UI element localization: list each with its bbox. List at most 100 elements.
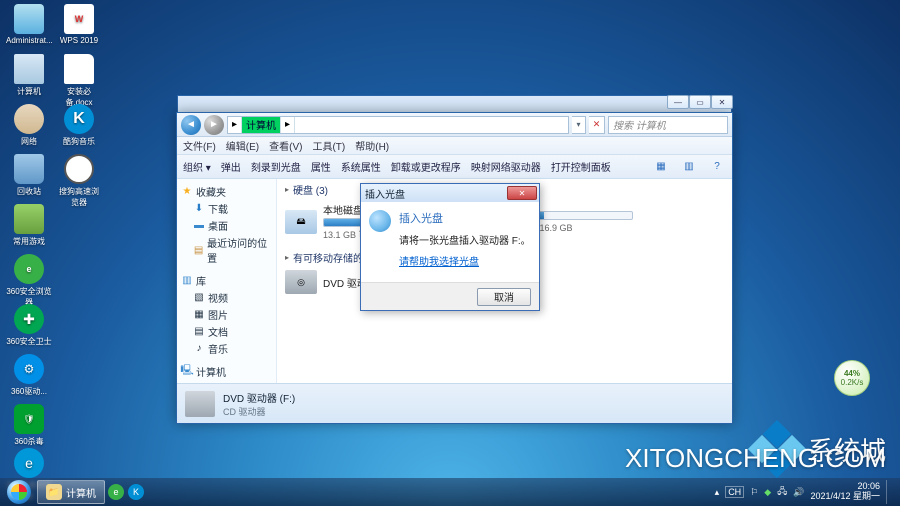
network-icon — [14, 104, 44, 134]
view-icons-button[interactable]: ▦ — [652, 159, 670, 175]
sidebar-libraries[interactable]: ▥库 — [179, 272, 274, 289]
dialog-footer: 取消 — [361, 282, 539, 310]
icon-label: 计算机 — [17, 87, 41, 96]
label: 硬盘 (3) — [293, 182, 328, 197]
tray-clock[interactable]: 20:06 2021/4/12 星期一 — [810, 482, 880, 502]
dialog-close-button[interactable]: ✕ — [507, 186, 537, 200]
desktop-icon-computer[interactable]: 计算机 — [6, 54, 52, 97]
cmd-control-panel[interactable]: 打开控制面板 — [551, 159, 611, 174]
label: 视频 — [208, 290, 228, 305]
desktop-icon-recycle[interactable]: 回收站 — [6, 154, 52, 197]
desktop-icon-360sd[interactable]: 🛡360杀毒 — [6, 404, 52, 447]
cmd-burn[interactable]: 刻录到光盘 — [251, 159, 301, 174]
maximize-button[interactable]: ▭ — [689, 95, 711, 109]
tray-flag-icon[interactable]: ⚐ — [750, 487, 758, 498]
tray-shield-icon[interactable]: ◆ — [764, 487, 771, 498]
menu-help[interactable]: 帮助(H) — [355, 138, 389, 153]
sidebar-computer[interactable]: 🖳计算机 — [179, 363, 274, 380]
menu-view[interactable]: 查看(V) — [269, 138, 302, 153]
battery-widget[interactable]: 44% 0.2K/s — [834, 360, 870, 396]
cmd-uninstall[interactable]: 卸载或更改程序 — [391, 159, 461, 174]
tray-volume-icon[interactable]: 🔊 — [793, 487, 804, 498]
sidebar-desktop[interactable]: ▬桌面 — [179, 217, 274, 234]
preview-pane-button[interactable]: ▥ — [680, 159, 698, 175]
dvd-icon — [185, 391, 215, 417]
desktop-icon-kugou[interactable]: K酷狗音乐 — [56, 104, 102, 147]
music-icon: ♪ — [193, 343, 205, 355]
cmd-properties[interactable]: 属性 — [311, 159, 331, 174]
desktop-icon-wps[interactable]: W WPS 2019 — [56, 4, 102, 45]
label: 文档 — [208, 324, 228, 339]
cmd-organize[interactable]: 组织 ▾ — [183, 159, 211, 174]
cmd-eject[interactable]: 弹出 — [221, 159, 241, 174]
dialog-heading: 插入光盘 — [399, 210, 531, 226]
sidebar-recent[interactable]: ▤最近访问的位置 — [179, 234, 274, 266]
cmd-map-drive[interactable]: 映射网络驱动器 — [471, 159, 541, 174]
addr-seg[interactable]: ▸ — [281, 117, 295, 133]
dvd-icon: ◎ — [285, 270, 317, 294]
close-button[interactable]: ✕ — [711, 95, 733, 109]
desktop-icon-docx[interactable]: 安装必备.docx — [56, 54, 102, 108]
desktop-icon-360browser[interactable]: e360安全浏览器 — [6, 254, 52, 308]
menu-tools[interactable]: 工具(T) — [312, 138, 345, 153]
brand-sub: XITONGCHENG.COM — [625, 443, 886, 474]
taskbar-360-icon[interactable]: e — [108, 484, 124, 500]
address-bar[interactable]: ▸ 计算机 ▸ — [227, 116, 569, 134]
desktop-icon-games[interactable]: 常用游戏 — [6, 204, 52, 247]
icon-label: 360安全卫士 — [6, 337, 51, 346]
cmd-system-properties[interactable]: 系统属性 — [341, 159, 381, 174]
sidebar-videos[interactable]: ▧视频 — [179, 289, 274, 306]
desktop-icon-admin[interactable]: Administrat... — [6, 4, 52, 45]
addr-seg[interactable]: ▸ — [228, 117, 242, 133]
icon-label: WPS 2019 — [60, 36, 98, 45]
addr-seg-current[interactable]: 计算机 — [242, 117, 281, 133]
details-sub: CD 驱动器 — [223, 405, 295, 418]
help-button[interactable]: ? — [708, 159, 726, 175]
picture-icon: ▦ — [193, 309, 205, 321]
sidebar-favorites[interactable]: ★收藏夹 — [179, 183, 274, 200]
recent-icon: ▤ — [193, 244, 204, 256]
taskbar-item-explorer[interactable]: 📁计算机 — [37, 480, 105, 504]
addr-dropdown[interactable]: ▾ — [572, 116, 586, 134]
icon-label: 360杀毒 — [14, 437, 43, 446]
show-desktop-button[interactable] — [886, 480, 892, 504]
dialog-message: 请将一张光盘插入驱动器 F:。 — [399, 232, 531, 247]
command-bar: 组织 ▾ 弹出 刻录到光盘 属性 系统属性 卸载或更改程序 映射网络驱动器 打开… — [177, 155, 732, 179]
desktop-icon-sogou[interactable]: 搜狗高速浏览器 — [56, 154, 102, 208]
download-icon: ⬇ — [193, 203, 205, 215]
star-icon: ★ — [181, 186, 193, 198]
desktop-icon-360dr[interactable]: ⚙ 360驱动... — [6, 354, 52, 397]
icon-label: 360驱动... — [11, 387, 47, 396]
computer-icon — [14, 54, 44, 84]
sidebar-documents[interactable]: ▤文档 — [179, 323, 274, 340]
back-button[interactable]: ◄ — [181, 115, 201, 135]
label: 音乐 — [208, 341, 228, 356]
forward-button[interactable]: ► — [204, 115, 224, 135]
taskbar-kugou-icon[interactable]: K — [128, 484, 144, 500]
start-button[interactable] — [2, 479, 36, 505]
tray-show-hidden[interactable]: ▴ — [715, 487, 720, 498]
windows-orb-icon — [7, 480, 31, 504]
sidebar-pictures[interactable]: ▦图片 — [179, 306, 274, 323]
sidebar-music[interactable]: ♪音乐 — [179, 340, 274, 357]
dialog-titlebar[interactable]: 插入光盘 ✕ — [361, 184, 539, 202]
details-pane: DVD 驱动器 (F:) CD 驱动器 — [177, 383, 732, 423]
docx-icon — [64, 54, 94, 84]
tray-lang[interactable]: CH — [725, 486, 744, 498]
desktop-icon-network[interactable]: 网络 — [6, 104, 52, 147]
dialog-help-link[interactable]: 请帮助我选择光盘 — [399, 257, 479, 268]
sidebar-downloads[interactable]: ⬇下载 — [179, 200, 274, 217]
tray-network-icon[interactable]: 🖧 — [777, 484, 787, 500]
wps-icon: W — [64, 4, 94, 34]
menu-edit[interactable]: 编辑(E) — [226, 138, 259, 153]
minimize-button[interactable]: — — [667, 95, 689, 109]
search-placeholder: 搜索 计算机 — [613, 117, 666, 132]
desktop-icon-360ws[interactable]: ✚360安全卫士 — [6, 304, 52, 347]
menu-file[interactable]: 文件(F) — [183, 138, 216, 153]
search-input[interactable]: 搜索 计算机 — [608, 116, 728, 134]
cancel-button[interactable]: 取消 — [477, 288, 531, 306]
icon-label: 常用游戏 — [13, 237, 45, 246]
computer-icon: 🖳 — [181, 366, 193, 378]
360d-icon: ⚙ — [14, 354, 44, 384]
addr-clear[interactable]: ✕ — [589, 116, 605, 134]
